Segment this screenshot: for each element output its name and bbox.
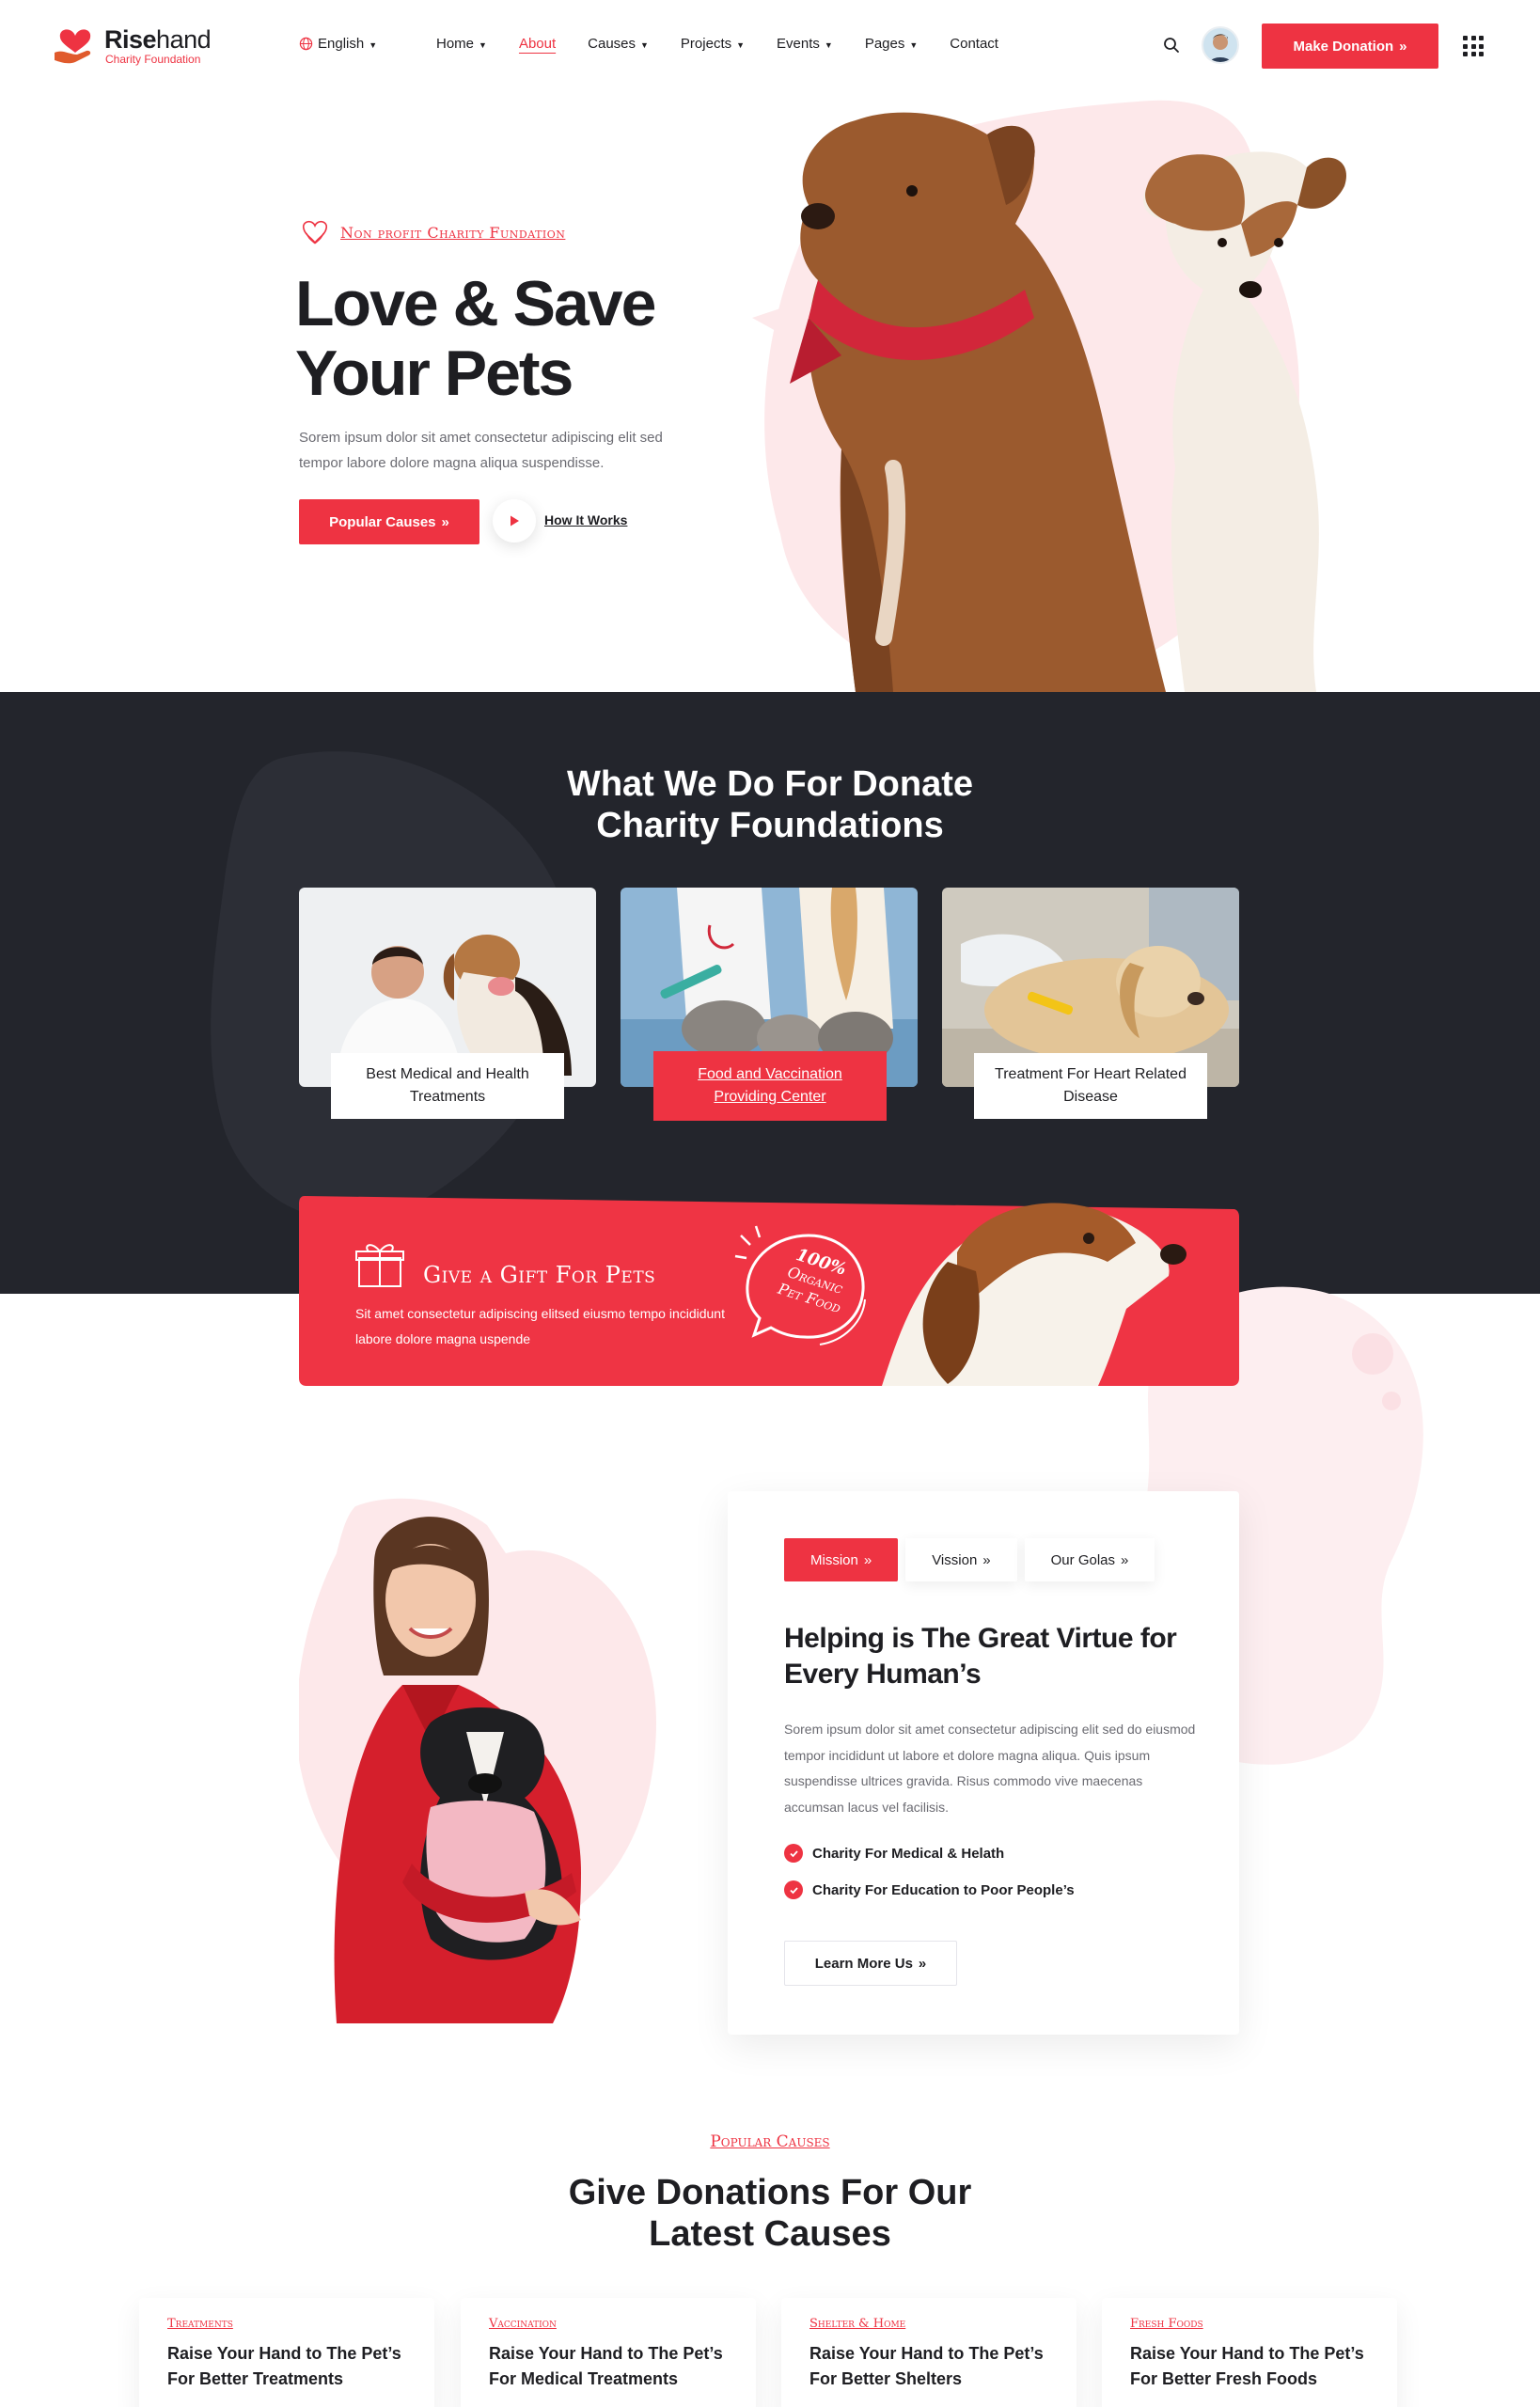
site-header: Risehand Charity Foundation English ▼ Ho… — [0, 0, 1540, 92]
woman-with-dog-photo — [299, 1498, 656, 2023]
hero-title: Love & Save Your Pets — [295, 268, 656, 409]
learn-more-button[interactable]: Learn More Us» — [784, 1941, 957, 1986]
double-chevron-right-icon: » — [1399, 38, 1407, 55]
hero-tagline: Non profit Charity Fundation — [299, 216, 565, 248]
mission-title: Helping is The Great Virtue for Every Hu… — [784, 1623, 1177, 1690]
cause-card[interactable]: Vaccination Raise Your Hand to The Pet’s… — [461, 2298, 756, 2407]
double-chevron-right-icon: » — [982, 1551, 991, 1568]
paw-heart-icon — [303, 220, 327, 244]
cause-title[interactable]: Raise Your Hand to The Pet’s For Better … — [167, 2341, 421, 2392]
nav-contact[interactable]: Contact — [950, 36, 998, 52]
cause-category[interactable]: Shelter & Home — [809, 2317, 905, 2331]
search-icon[interactable] — [1162, 36, 1181, 55]
cause-title[interactable]: Raise Your Hand to The Pet’s For Medical… — [489, 2341, 743, 2392]
double-chevron-right-icon: » — [918, 1955, 927, 1972]
chevron-down-icon: ▼ — [479, 39, 487, 50]
gift-title: Give a Gift For Pets — [423, 1262, 656, 1288]
avatar[interactable] — [1202, 26, 1239, 64]
cause-category[interactable]: Vaccination — [489, 2317, 557, 2331]
mission-card: Mission» Vission» Our Golas» Helping is … — [728, 1491, 1239, 2035]
hero-section: Non profit Charity Fundation Love & Save… — [0, 92, 1540, 692]
cause-card[interactable]: Shelter & Home Raise Your Hand to The Pe… — [781, 2298, 1076, 2407]
cause-category[interactable]: Treatments — [167, 2317, 233, 2331]
mission-description: Sorem ipsum dolor sit amet consectetur a… — [784, 1722, 1196, 1815]
check-icon — [784, 1880, 803, 1899]
gift-icon — [355, 1244, 404, 1287]
check-item: Charity For Education to Poor People’s — [784, 1880, 1075, 1899]
hero-dogs-image — [790, 112, 1346, 692]
gift-description: Sit amet consectetur adipiscing elitsed … — [355, 1306, 725, 1346]
cause-title[interactable]: Raise Your Hand to The Pet’s For Better … — [809, 2341, 1063, 2392]
service-label-heart[interactable]: Treatment For Heart Related Disease — [974, 1053, 1207, 1119]
make-donation-button[interactable]: Make Donation» — [1262, 24, 1438, 69]
chevron-down-icon: ▼ — [369, 39, 378, 50]
chevron-down-icon: ▼ — [824, 39, 833, 50]
globe-icon — [299, 37, 313, 51]
main-nav: Home ▼ About Causes ▼ Projects ▼ Events ▼ Pa… — [436, 36, 1030, 52]
tab-our-golas[interactable]: Our Golas» — [1024, 1538, 1155, 1581]
cause-category[interactable]: Fresh Foods — [1130, 2317, 1203, 2331]
nav-events[interactable]: Events ▼ — [777, 36, 833, 52]
double-chevron-right-icon: » — [441, 513, 449, 530]
logo-heart-hand-icon — [55, 29, 91, 64]
service-label-medical[interactable]: Best Medical and Health Treatments — [331, 1053, 564, 1119]
logo-title: Risehand — [104, 25, 212, 54]
language-selector[interactable]: English ▼ — [299, 36, 377, 52]
play-icon — [511, 515, 519, 527]
hero-tag-text: Non profit Charity Fundation — [340, 223, 566, 242]
causes-tagline: Popular Causes — [710, 2132, 830, 2151]
nav-causes[interactable]: Causes ▼ — [588, 36, 649, 52]
chevron-down-icon: ▼ — [640, 39, 649, 50]
nav-pages[interactable]: Pages ▼ — [865, 36, 918, 52]
play-video-button[interactable] — [493, 499, 536, 543]
nav-home[interactable]: Home ▼ — [436, 36, 487, 52]
nav-about[interactable]: About — [519, 36, 556, 52]
check-item: Charity For Medical & Helath — [784, 1844, 1004, 1863]
double-chevron-right-icon: » — [863, 1551, 872, 1568]
logo-subtitle: Charity Foundation — [105, 53, 201, 66]
language-label: English — [318, 36, 365, 52]
double-chevron-right-icon: » — [1121, 1551, 1129, 1568]
what-we-do-title: What We Do For Donate Charity Foundation… — [566, 764, 974, 845]
organic-food-badge: 100% Organic Pet Food — [733, 1224, 874, 1356]
chevron-down-icon: ▼ — [909, 39, 919, 50]
tab-vission[interactable]: Vission» — [905, 1538, 1017, 1581]
tab-mission[interactable]: Mission» — [784, 1538, 899, 1581]
causes-title: Give Donations For Our Latest Causes — [568, 2173, 972, 2254]
cause-card[interactable]: Treatments Raise Your Hand to The Pet’s … — [139, 2298, 434, 2407]
popular-causes-button[interactable]: Popular Causes» — [299, 499, 479, 544]
how-it-works-link[interactable]: How It Works — [544, 512, 627, 527]
cause-title[interactable]: Raise Your Hand to The Pet’s For Better … — [1130, 2341, 1384, 2392]
grid-menu-icon[interactable] — [1463, 36, 1484, 56]
gift-banner[interactable]: Give a Gift For Pets Sit amet consectetu… — [299, 1196, 1239, 1386]
cause-card[interactable]: Fresh Foods Raise Your Hand to The Pet’s… — [1102, 2298, 1397, 2407]
chevron-down-icon: ▼ — [736, 39, 746, 50]
mission-tabs: Mission» Vission» Our Golas» — [784, 1538, 1155, 1581]
check-icon — [784, 1844, 803, 1863]
hero-description: Sorem ipsum dolor sit amet consectetur a… — [299, 430, 663, 471]
service-label-vaccination[interactable]: Food and Vaccination Providing Center — [653, 1051, 887, 1121]
logo[interactable]: Risehand Charity Foundation — [53, 23, 222, 70]
nav-projects[interactable]: Projects ▼ — [681, 36, 745, 52]
